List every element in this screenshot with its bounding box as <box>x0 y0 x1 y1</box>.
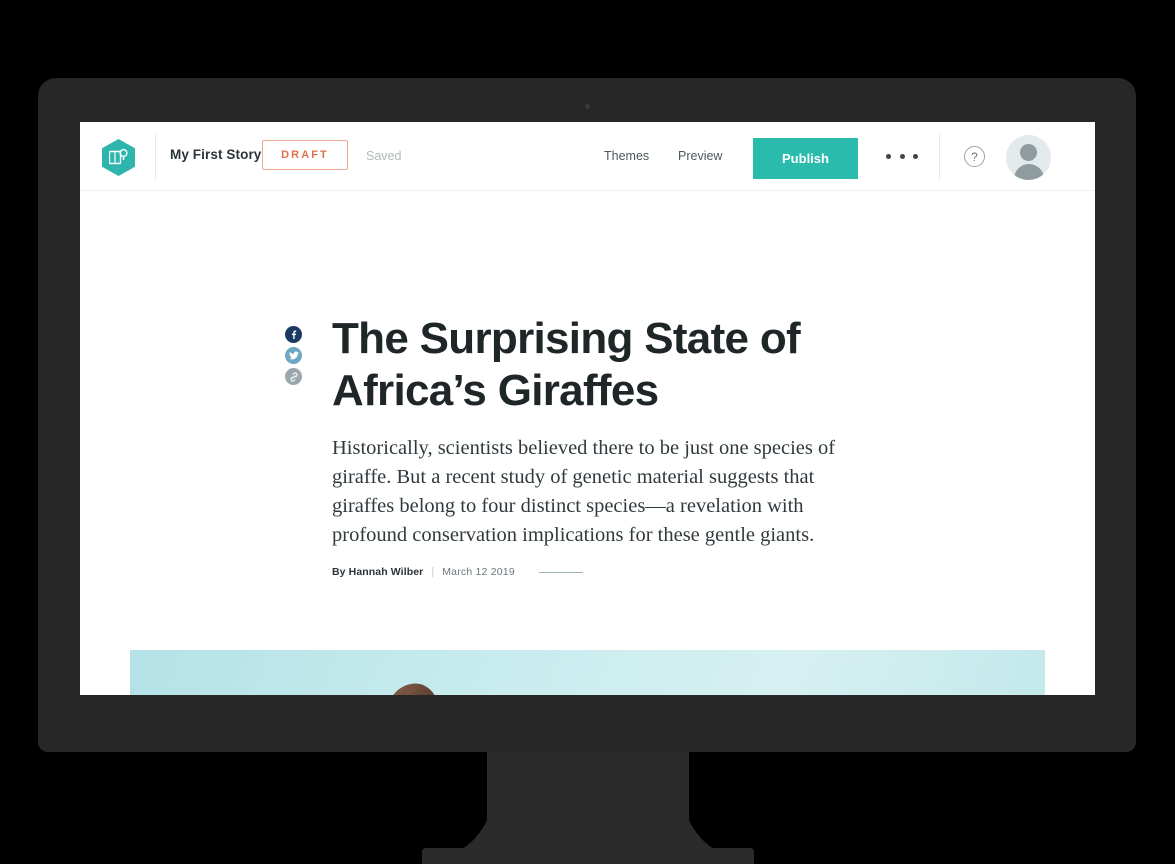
byline-rule <box>538 571 583 573</box>
app-header: My First Story DRAFT Saved Themes Previe… <box>80 122 1095 191</box>
page-title[interactable]: The Surprising State of Africa’s Giraffe… <box>332 313 852 417</box>
share-rail <box>285 326 302 385</box>
byline-author: By Hannah Wilber <box>332 566 424 578</box>
facebook-icon[interactable] <box>285 326 302 343</box>
webcam-icon <box>584 104 590 109</box>
monitor-stand-base <box>421 848 754 864</box>
hero-image[interactable] <box>130 650 1045 695</box>
save-state-label: Saved <box>366 149 402 163</box>
twitter-icon[interactable] <box>285 347 302 364</box>
byline-separator: | <box>431 566 435 578</box>
header-divider <box>155 134 156 180</box>
article-standfirst[interactable]: Historically, scientists believed there … <box>332 434 837 550</box>
app-logo-icon[interactable] <box>102 139 135 176</box>
screen: My First Story DRAFT Saved Themes Previe… <box>80 122 1095 695</box>
nav-preview[interactable]: Preview <box>678 149 722 163</box>
story-title[interactable]: My First Story <box>170 147 261 162</box>
avatar[interactable] <box>1006 135 1051 180</box>
byline-date: March 12 2019 <box>442 566 515 578</box>
help-icon[interactable]: ? <box>964 146 985 167</box>
article-canvas: The Surprising State of Africa’s Giraffe… <box>80 191 1095 695</box>
avatar-head <box>1020 144 1037 161</box>
publish-button[interactable]: Publish <box>753 138 858 179</box>
byline: By Hannah Wilber | March 12 2019 <box>332 566 583 578</box>
header-divider-secondary <box>939 134 940 180</box>
monitor-stand-neck <box>486 752 689 848</box>
ellipsis-icon[interactable] <box>886 153 918 159</box>
giraffe-illustration <box>393 683 435 695</box>
link-icon[interactable] <box>285 368 302 385</box>
screenshot-stage: My First Story DRAFT Saved Themes Previe… <box>0 0 1175 864</box>
nav-themes[interactable]: Themes <box>604 149 649 163</box>
status-badge-draft[interactable]: DRAFT <box>262 140 348 170</box>
avatar-shoulders <box>1013 164 1044 180</box>
